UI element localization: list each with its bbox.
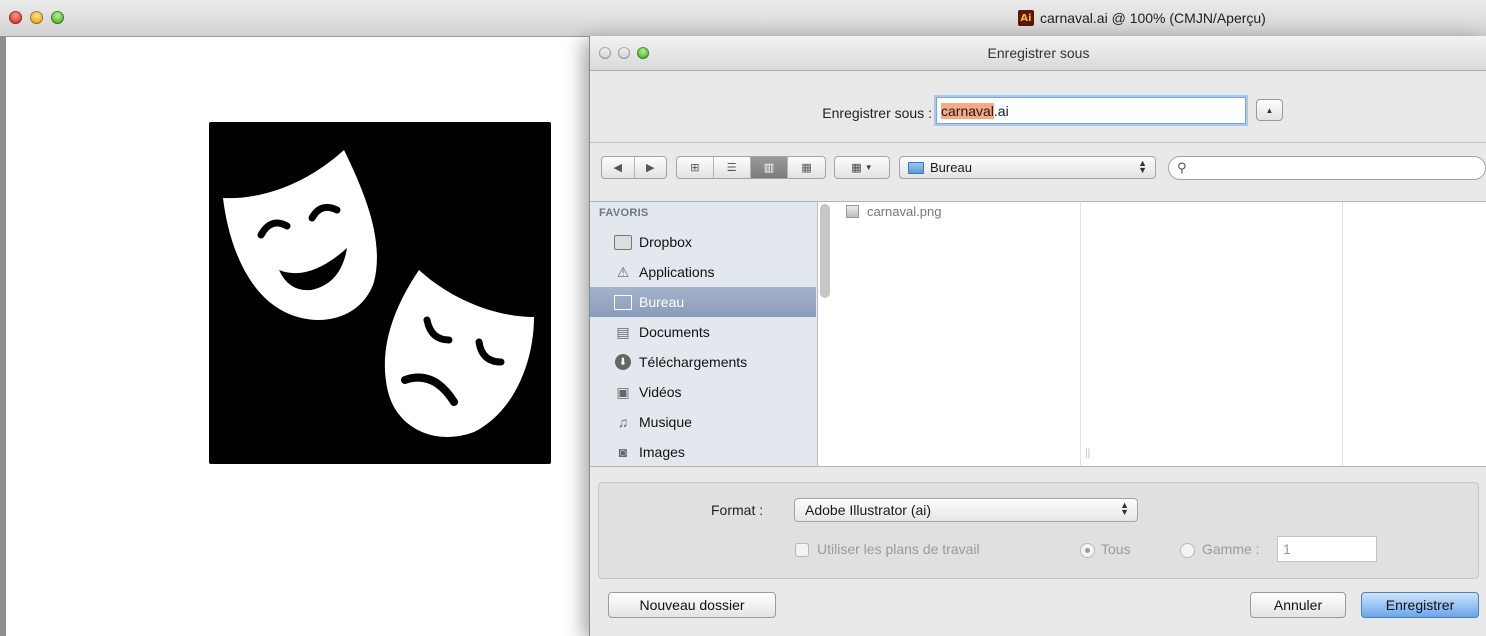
- icon-view-icon: ⊞: [690, 162, 700, 174]
- browser-column-2: [1098, 202, 1343, 466]
- all-label: Tous: [1101, 541, 1131, 557]
- range-input[interactable]: 1: [1277, 536, 1377, 562]
- artboards-label: Utiliser les plans de travail: [817, 541, 980, 557]
- folder-icon: [614, 234, 632, 250]
- documents-icon: ▤: [616, 323, 630, 340]
- format-value: Adobe Illustrator (ai): [805, 502, 932, 518]
- column-view-icon: ▥: [763, 162, 775, 174]
- cancel-button[interactable]: Annuler: [1250, 592, 1346, 618]
- format-select[interactable]: Adobe Illustrator (ai) ▲ ▼: [794, 498, 1138, 522]
- artwork-canvas[interactable]: [209, 122, 551, 464]
- folder-icon: [908, 161, 924, 174]
- forward-arrow-icon: ▶: [646, 162, 655, 174]
- save-as-dialog: Enregistrer sous Enregistrer sous : carn…: [589, 36, 1486, 636]
- file-name: carnaval.png: [867, 204, 942, 219]
- dialog-title: Enregistrer sous: [987, 45, 1090, 61]
- downloads-icon: ⬇: [614, 354, 632, 370]
- arrange-button[interactable]: ▦ ▼: [834, 156, 890, 179]
- sidebar-item-documents[interactable]: ▤ Documents: [590, 317, 816, 347]
- image-file-icon: [846, 205, 859, 218]
- filename-extension: .ai: [993, 103, 1009, 119]
- sidebar-item-label: Bureau: [639, 294, 685, 310]
- list-view-button[interactable]: ☰: [714, 157, 751, 178]
- sidebar-scrollbar[interactable]: [820, 204, 830, 298]
- sidebar: FAVORIS Dropbox ⚠ Applications Bureau ▤ …: [590, 202, 818, 466]
- music-icon: ♫: [617, 414, 629, 430]
- save-as-label: Enregistrer sous :: [822, 105, 932, 121]
- back-forward-control: ◀ ▶: [601, 156, 667, 179]
- location-popup[interactable]: Bureau ▲ ▼: [899, 156, 1156, 179]
- column-view-button[interactable]: ▥: [750, 157, 789, 178]
- filename-input[interactable]: carnaval.ai: [936, 97, 1246, 124]
- all-radio[interactable]: [1080, 543, 1095, 558]
- main-window-titlebar: Ai carnaval.ai @ 100% (CMJN/Aperçu): [0, 0, 1486, 37]
- sad-mask: [384, 270, 534, 437]
- sidebar-item-label: Applications: [639, 264, 715, 280]
- search-input[interactable]: ⚲: [1168, 156, 1486, 180]
- sidebar-item-label: Musique: [639, 414, 692, 430]
- sidebar-item-music[interactable]: ♫ Musique: [590, 407, 816, 437]
- pictures-icon: ◙: [618, 444, 628, 460]
- sidebar-item-label: Vidéos: [639, 384, 682, 400]
- icon-view-button[interactable]: ⊞: [677, 157, 714, 178]
- sidebar-item-label: Dropbox: [639, 234, 692, 250]
- location-label: Bureau: [930, 160, 972, 175]
- sidebar-item-applications[interactable]: ⚠ Applications: [590, 257, 816, 287]
- arrange-grid-icon: ▦: [851, 162, 862, 174]
- sidebar-item-images[interactable]: ◙ Images: [590, 437, 816, 466]
- updown-arrows-icon: ▲ ▼: [1138, 158, 1147, 175]
- range-label: Gamme :: [1202, 541, 1260, 557]
- artboards-checkbox[interactable]: [795, 543, 809, 557]
- close-window-button[interactable]: [9, 11, 22, 24]
- file-browser: FAVORIS Dropbox ⚠ Applications Bureau ▤ …: [590, 201, 1486, 467]
- main-window-title: Ai carnaval.ai @ 100% (CMJN/Aperçu): [1018, 9, 1266, 27]
- dialog-titlebar: Enregistrer sous: [590, 36, 1486, 71]
- view-mode-control: ⊞ ☰ ▥ ▦: [676, 156, 826, 179]
- format-label: Format :: [711, 502, 764, 518]
- back-button[interactable]: ◀: [602, 157, 635, 178]
- chevron-up-icon: ▲: [1265, 105, 1274, 115]
- illustrator-file-icon: Ai: [1018, 10, 1034, 26]
- format-options-panel: [598, 482, 1479, 579]
- theatre-masks-icon: [223, 150, 534, 437]
- save-button[interactable]: Enregistrer: [1361, 592, 1479, 618]
- desktop-icon: [614, 294, 632, 310]
- coverflow-view-icon: ▦: [801, 162, 812, 174]
- zoom-window-button[interactable]: [51, 11, 64, 24]
- window-frame-edge: [0, 36, 6, 636]
- search-icon: ⚲: [1177, 160, 1187, 175]
- chevron-down-icon: ▼: [864, 163, 873, 172]
- divider: [590, 142, 1486, 143]
- sidebar-item-downloads[interactable]: ⬇ Téléchargements: [590, 347, 816, 377]
- file-item-carnaval-png[interactable]: carnaval.png: [846, 204, 941, 219]
- sidebar-item-videos[interactable]: ▣ Vidéos: [590, 377, 816, 407]
- sidebar-item-label: Téléchargements: [639, 354, 748, 370]
- sidebar-item-bureau[interactable]: Bureau: [590, 287, 816, 317]
- filename-selected-text: carnaval: [941, 103, 994, 119]
- minimize-window-button[interactable]: [30, 11, 43, 24]
- column-resize-handle[interactable]: ||: [1085, 448, 1090, 459]
- applications-icon: ⚠: [616, 263, 630, 280]
- movies-icon: ▣: [616, 383, 630, 400]
- happy-mask: [223, 150, 377, 320]
- document-title: carnaval.ai @ 100% (CMJN/Aperçu): [1040, 10, 1266, 26]
- updown-arrows-icon: ▲ ▼: [1120, 500, 1129, 517]
- coverflow-view-button[interactable]: ▦: [788, 157, 825, 178]
- sidebar-item-dropbox[interactable]: Dropbox: [590, 227, 816, 257]
- back-arrow-icon: ◀: [613, 162, 622, 174]
- sidebar-item-label: Documents: [639, 324, 710, 340]
- sidebar-item-label: Images: [639, 444, 685, 460]
- range-radio[interactable]: [1180, 543, 1195, 558]
- new-folder-button[interactable]: Nouveau dossier: [608, 592, 776, 618]
- forward-button[interactable]: ▶: [635, 157, 667, 178]
- list-view-icon: ☰: [726, 162, 737, 174]
- sidebar-header-favorites: FAVORIS: [599, 207, 649, 219]
- browser-column-1: [835, 202, 1081, 466]
- expand-dialog-button[interactable]: ▲: [1256, 99, 1283, 121]
